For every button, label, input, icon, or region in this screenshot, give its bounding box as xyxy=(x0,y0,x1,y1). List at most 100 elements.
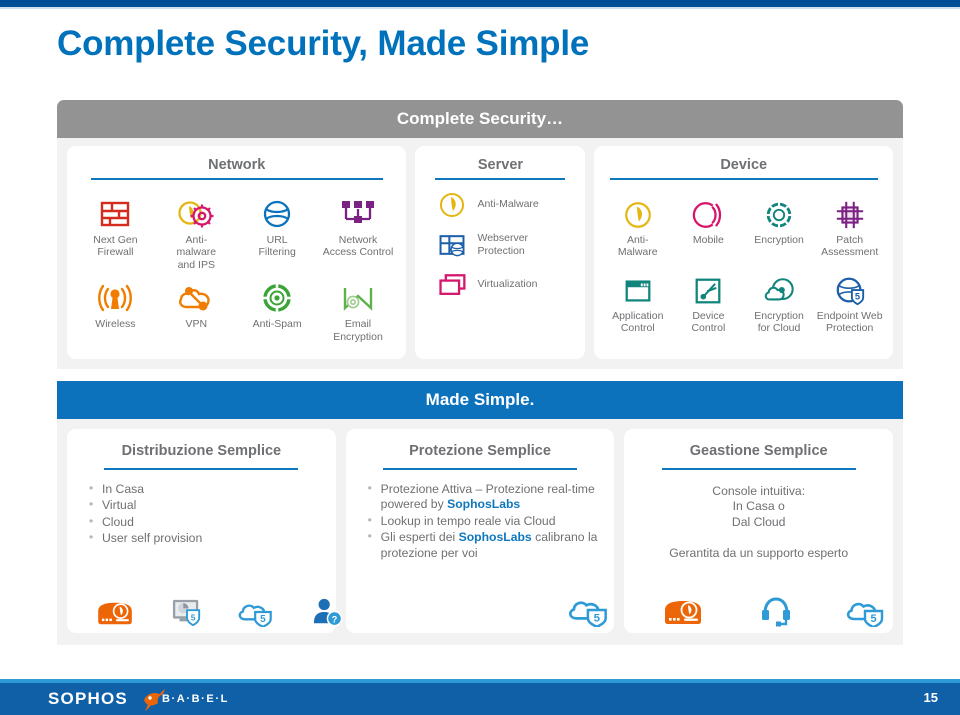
feature-application-control[interactable]: Application Control xyxy=(602,265,673,335)
url-filtering-icon xyxy=(260,189,294,231)
feature-encryption[interactable]: Encryption xyxy=(744,189,815,259)
device-card-divider xyxy=(609,178,878,180)
feature-endpoint-web-protection[interactable]: 5 Endpoint Web Protection xyxy=(814,265,885,335)
feature-vpn[interactable]: VPN xyxy=(156,273,237,343)
list-item: Protezione Attiva – Protezione real-time… xyxy=(366,481,605,513)
feature-label: Patch Assessment xyxy=(821,233,879,259)
feature-label: Next Gen Firewall xyxy=(93,233,138,259)
wireless-icon xyxy=(97,273,133,315)
cloud-shield-icon: 5 xyxy=(566,593,614,627)
network-row-1: Next Gen Firewall Anti- malware and IPS … xyxy=(75,189,398,272)
vpn-icon xyxy=(176,273,216,315)
geastione-icon-strip: 5 xyxy=(624,595,925,627)
network-card: Network Next Gen Firewall Anti- malware … xyxy=(67,146,407,359)
distribuzione-heading: Distribuzione Semplice xyxy=(121,443,282,459)
server-card-heading: Server xyxy=(477,157,524,173)
encryption-icon xyxy=(763,189,795,231)
made-simple-body: Distribuzione Semplice In Casa Virtual C… xyxy=(57,419,903,645)
server-anti-malware-icon xyxy=(429,190,475,220)
network-card-divider xyxy=(90,178,383,180)
protezione-card: Protezione Semplice Protezione Attiva – … xyxy=(345,429,615,633)
email-encryption-icon xyxy=(340,273,376,315)
distribuzione-divider xyxy=(104,468,299,470)
virtualization-icon xyxy=(429,270,475,300)
anti-malware-ips-icon xyxy=(176,189,216,231)
bullet-text-pre: Gli esperti dei xyxy=(380,530,459,544)
anti-spam-icon xyxy=(260,273,294,315)
made-simple-band: Made Simple. xyxy=(57,381,903,419)
server-card: Server Anti-Malware Webserver Protection… xyxy=(415,146,586,359)
distribuzione-bullets: In Casa Virtual Cloud User self provisio… xyxy=(77,481,326,547)
device-row-2: Application Control Device Control Encry… xyxy=(602,265,885,335)
list-item: User self provision xyxy=(87,530,326,547)
svg-text:5: 5 xyxy=(594,612,601,624)
next-gen-firewall-icon xyxy=(98,189,132,231)
appliance-icon xyxy=(658,597,708,627)
device-anti-malware-icon xyxy=(622,189,654,231)
feature-device-control[interactable]: Device Control xyxy=(673,265,744,335)
feature-next-gen-firewall[interactable]: Next Gen Firewall xyxy=(75,189,156,272)
made-simple-band-label: Made Simple. xyxy=(425,390,535,409)
list-item: In Casa xyxy=(87,481,326,498)
feature-label: Virtualization xyxy=(477,278,538,291)
user-question-icon: ? xyxy=(311,597,343,627)
protezione-bullets: Protezione Attiva – Protezione real-time… xyxy=(356,481,605,562)
feature-label: Encryption for Cloud xyxy=(754,309,804,335)
svg-text:?: ? xyxy=(331,614,337,624)
feature-wireless[interactable]: Wireless xyxy=(75,273,156,343)
feature-email-encryption[interactable]: Email Encryption xyxy=(318,273,399,343)
feature-label: Endpoint Web Protection xyxy=(816,309,883,335)
page-title: Complete Security, Made Simple xyxy=(57,24,590,63)
protezione-divider xyxy=(383,468,577,470)
feature-label: Anti- malware and IPS xyxy=(176,233,217,271)
feature-label: Encryption xyxy=(754,233,804,246)
feature-webserver-protection[interactable]: Webserver Protection xyxy=(423,230,577,260)
feature-label: Email Encryption xyxy=(333,318,383,343)
cloud-shield-icon: 5 xyxy=(236,597,278,627)
complete-security-band: Complete Security… xyxy=(57,100,903,138)
bullet-text-highlight: SophosLabs xyxy=(458,530,532,544)
geastione-divider xyxy=(661,468,856,470)
sophos-logo: SOPHOS xyxy=(48,689,128,708)
feature-label: Application Control xyxy=(612,309,664,335)
list-item: Cloud xyxy=(87,514,326,531)
feature-label: Wireless xyxy=(95,318,136,330)
feature-patch-assessment[interactable]: Patch Assessment xyxy=(814,189,885,259)
babel-logo: B·A·B·E·L xyxy=(162,693,229,705)
feature-label: Network Access Control xyxy=(322,233,394,259)
network-card-heading: Network xyxy=(208,157,266,173)
feature-label: Anti- Malware xyxy=(617,233,658,259)
feature-label: VPN xyxy=(185,318,208,330)
feature-label: URL Filtering xyxy=(258,233,296,259)
bullet-text-pre: Lookup in tempo reale via Cloud xyxy=(380,513,556,528)
feature-network-access-control[interactable]: Network Access Control xyxy=(318,189,399,272)
svg-text:5: 5 xyxy=(870,613,876,625)
page-number: 15 xyxy=(923,690,938,705)
feature-virtualization[interactable]: Virtualization xyxy=(423,270,577,300)
encryption-for-cloud-icon xyxy=(762,265,796,307)
geastione-support-text: Gerantita da un supporto esperto xyxy=(669,546,849,560)
monitor-shield-icon: 5 xyxy=(170,597,204,627)
geastione-card: Geastione Semplice Console intuitiva: In… xyxy=(624,429,894,633)
feature-anti-spam[interactable]: Anti-Spam xyxy=(237,273,318,343)
bullet-text-highlight: SophosLabs xyxy=(447,497,521,511)
feature-device-anti-malware[interactable]: Anti- Malware xyxy=(602,189,673,259)
endpoint-web-protection-icon: 5 xyxy=(833,265,867,307)
feature-url-filtering[interactable]: URL Filtering xyxy=(237,189,318,272)
complete-security-band-label: Complete Security… xyxy=(396,109,564,128)
feature-encryption-for-cloud[interactable]: Encryption for Cloud xyxy=(744,265,815,335)
geastione-heading: Geastione Semplice xyxy=(689,443,828,459)
top-accent-strip xyxy=(0,0,960,7)
feature-label: Mobile xyxy=(692,233,724,246)
server-card-divider xyxy=(435,178,566,180)
feature-server-anti-malware[interactable]: Anti-Malware xyxy=(423,190,577,220)
list-item: Virtual xyxy=(87,497,326,514)
feature-mobile[interactable]: Mobile xyxy=(673,189,744,259)
feature-label: Anti-Spam xyxy=(252,318,302,330)
list-item: Lookup in tempo reale via Cloud xyxy=(366,513,605,530)
network-row-2: Wireless VPN Anti-Spam Email Encryption xyxy=(75,273,398,343)
feature-label: Webserver Protection xyxy=(477,232,529,257)
list-item: Gli esperti dei SophosLabs calibrano la … xyxy=(366,529,605,561)
svg-text:5: 5 xyxy=(191,612,196,622)
feature-anti-malware-and-ips[interactable]: Anti- malware and IPS xyxy=(156,189,237,272)
